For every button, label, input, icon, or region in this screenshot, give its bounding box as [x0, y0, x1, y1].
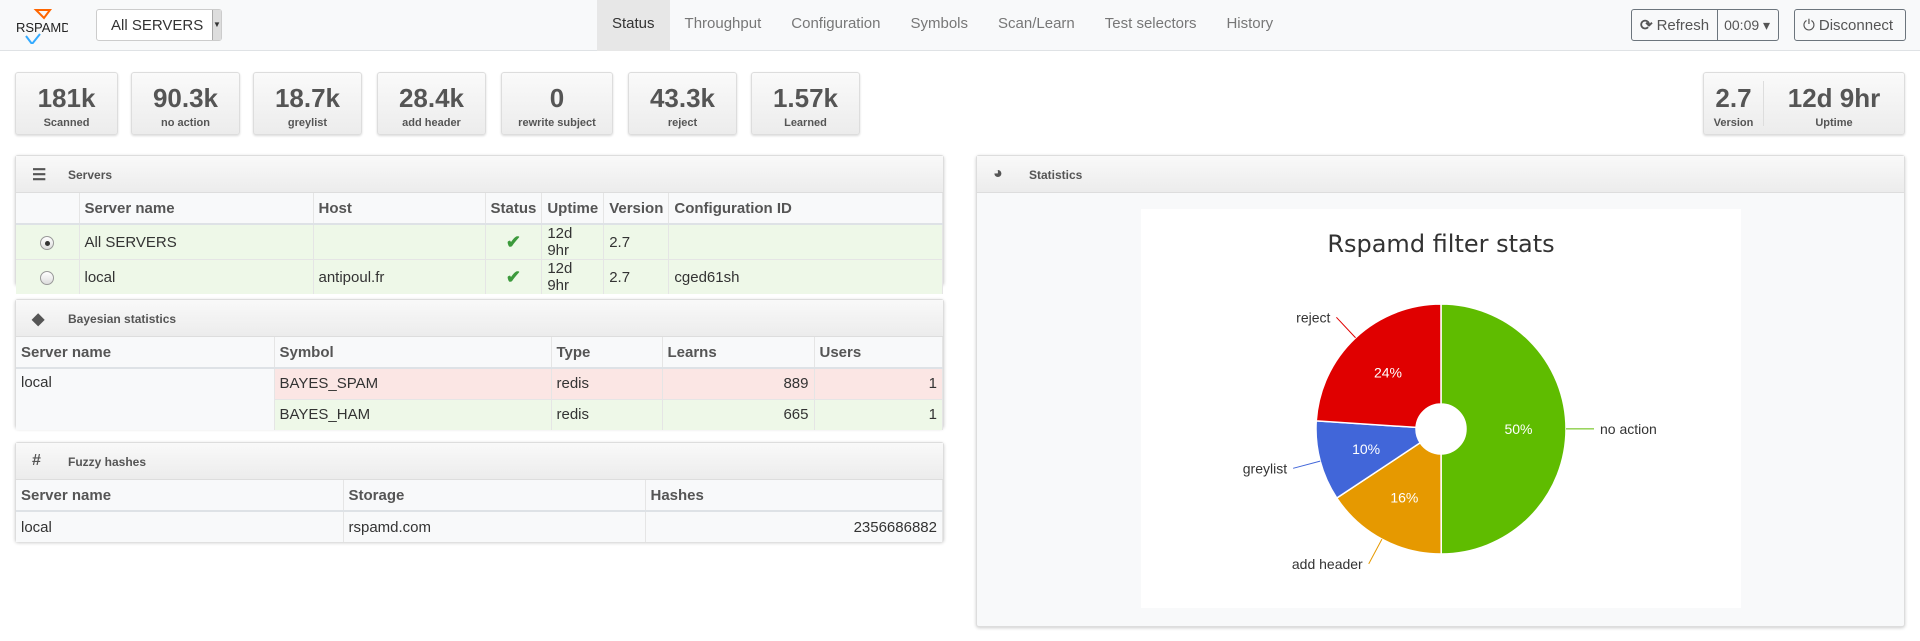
stat-box: 18.7k greylist [253, 72, 362, 135]
cell-version: 2.7 [603, 223, 670, 260]
cell-symbol: BAYES_SPAM [274, 367, 552, 399]
column-header[interactable]: Uptime [541, 193, 605, 225]
hash-icon: # [32, 452, 41, 469]
label-connector [1336, 317, 1356, 339]
tab-test-selectors[interactable]: Test selectors [1090, 0, 1212, 51]
check-icon: ✔ [505, 231, 521, 252]
cell-version: 2.7 [603, 259, 670, 294]
column-header[interactable]: Symbol [274, 337, 552, 369]
stat-box: 43.3k reject [628, 72, 737, 135]
navbar: RSPAMD All SERVERS ▼ Status Throughput Conf… [0, 0, 1920, 51]
stat-box: 1.57k Learned [751, 72, 860, 135]
server-radio[interactable] [40, 270, 55, 285]
slice-percent-label: 50% [1504, 421, 1532, 437]
slice-name-label: reject [1296, 309, 1330, 325]
server-icon: ☰ [32, 167, 47, 184]
refresh-icon: ⟳ [1640, 17, 1653, 34]
cell-config_id [668, 223, 943, 260]
column-header[interactable]: Server name [16, 337, 275, 369]
label-connector [1293, 460, 1321, 469]
chart-title: Rspamd filter stats [1327, 230, 1554, 258]
bayes-panel: ◆ Bayesian statistics Server name Symbol Ty… [15, 299, 944, 430]
cell-storage: rspamd.com [343, 510, 646, 542]
tab-throughput[interactable]: Throughput [670, 0, 777, 51]
slice-percent-label: 10% [1352, 441, 1380, 457]
table-row: local BAYES_SPAM redis 889 1 [16, 367, 943, 430]
tab-status[interactable]: Status [597, 0, 670, 51]
cell-host: antipoul.fr [313, 259, 486, 294]
fuzzy-table: Server name Storage Hashes local rspamd.com 2… [16, 480, 943, 542]
refresh-button-group: ⟳ Refresh 00:09 ▾ [1631, 9, 1779, 41]
filter-stats-chart: Rspamd filter stats 50% no action 16% add h… [1141, 209, 1741, 608]
cell-name: local [79, 259, 314, 294]
tab-symbols[interactable]: Symbols [896, 0, 984, 51]
cell-name: All SERVERS [79, 223, 314, 260]
refresh-button[interactable]: ⟳ Refresh [1632, 10, 1719, 40]
tab-scan-learn[interactable]: Scan/Learn [983, 0, 1090, 51]
column-header[interactable]: Configuration ID [668, 193, 943, 225]
cell-server: local [16, 510, 344, 542]
column-header[interactable]: Status [485, 193, 543, 225]
servers-table: Server name Host Status Uptime Version Config… [16, 193, 943, 294]
statistics-panel: ◕ Statistics Rspamd filter stats 50% no ac… [976, 155, 1905, 627]
stat-box: 90.3k no action [131, 72, 240, 135]
chevron-down-icon: ▼ [212, 10, 221, 40]
table-row[interactable]: local antipoul.fr ✔ 12d 9hr 2.7 cged61sh [16, 259, 943, 294]
column-header[interactable]: Learns [662, 337, 815, 369]
cell-users: 1 [814, 367, 943, 399]
column-header[interactable]: Version [603, 193, 670, 225]
column-header[interactable]: Type [551, 337, 663, 369]
fuzzy-panel: # Fuzzy hashes Server name Storage Hashes lo… [15, 442, 944, 542]
cell-server: local [16, 367, 275, 430]
check-icon: ✔ [505, 266, 521, 287]
stat-box: 181k Scanned [15, 72, 118, 135]
servers-panel: ☰ Servers Server name Host Status Uptime Vers… [15, 155, 944, 294]
svg-text:RSPAMD: RSPAMD [16, 20, 68, 35]
cell-uptime: 12d 9hr [541, 223, 605, 260]
cell-hashes: 2356686882 [645, 510, 943, 542]
cell-config_id: cged61sh [668, 259, 943, 294]
table-row: local rspamd.com 2356686882 [16, 510, 943, 542]
tab-history[interactable]: History [1211, 0, 1288, 51]
column-header[interactable]: Storage [343, 480, 646, 512]
server-select[interactable]: All SERVERS ▼ [96, 9, 222, 41]
cell-uptime: 12d 9hr [541, 259, 605, 294]
column-header[interactable]: Server name [16, 480, 344, 512]
column-header[interactable]: Server name [79, 193, 314, 225]
cell-users: 1 [814, 398, 943, 430]
cell-type: redis [551, 367, 663, 399]
slice-name-label: no action [1600, 421, 1657, 437]
slice-name-label: add header [1292, 556, 1363, 572]
stat-box: 28.4k add header [377, 72, 486, 135]
disconnect-button[interactable]: ⏻ Disconnect [1794, 9, 1906, 41]
column-header[interactable]: Hashes [645, 480, 943, 512]
column-header[interactable]: Users [814, 337, 943, 369]
pie-chart-icon: ◕ [993, 165, 1003, 182]
bayes-table: Server name Symbol Type Learns Users local BAY… [16, 337, 943, 430]
slice-percent-label: 16% [1390, 489, 1418, 505]
power-icon: ⏻ [1803, 16, 1815, 34]
cell-learns: 889 [662, 367, 815, 399]
rspamd-logo[interactable]: RSPAMD [16, 8, 68, 44]
dice-icon: ◆ [32, 311, 45, 328]
tab-configuration[interactable]: Configuration [776, 0, 895, 51]
cell-learns: 665 [662, 398, 815, 430]
stat-box: 0 rewrite subject [501, 72, 613, 135]
cell-symbol: BAYES_HAM [274, 398, 552, 430]
table-row[interactable]: All SERVERS ✔ 12d 9hr 2.7 [16, 223, 943, 260]
server-info-box: 2.7 Version 12d 9hr Uptime [1703, 72, 1905, 135]
slice-name-label: greylist [1243, 460, 1287, 476]
column-header[interactable] [16, 193, 80, 225]
cell-host [313, 223, 486, 260]
slice-percent-label: 24% [1374, 364, 1402, 380]
refresh-interval-dropdown[interactable]: 00:09 ▾ [1718, 17, 1776, 34]
cell-type: redis [551, 398, 663, 430]
server-radio[interactable] [40, 235, 55, 250]
label-connector [1368, 538, 1383, 565]
column-header[interactable]: Host [313, 193, 486, 225]
